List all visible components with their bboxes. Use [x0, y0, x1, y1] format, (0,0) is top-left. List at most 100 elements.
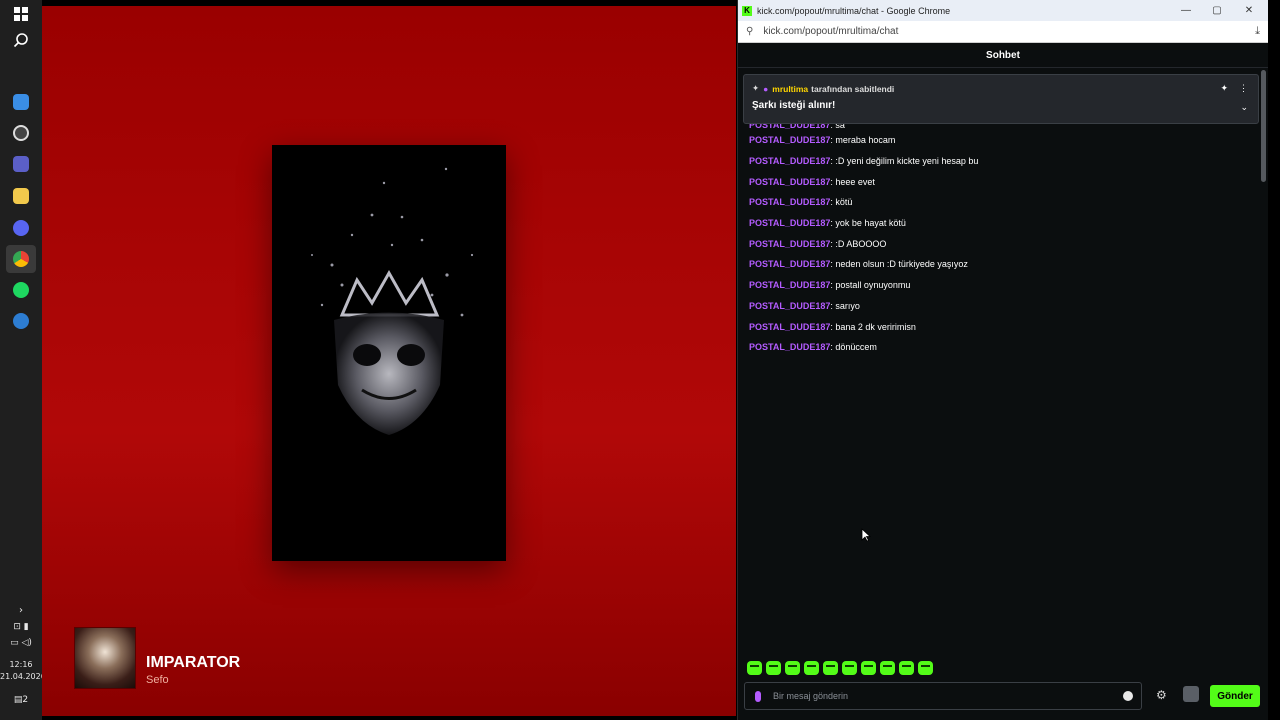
chat-input[interactable]: Bir mesaj gönderin — [744, 682, 1142, 710]
windows-taskbar: › ⊡ ▮ ▭ ◁) 12:16 21.04.2026 ▤2 — [0, 0, 46, 720]
chat-message: POSTAL_DUDE187: heee evet — [749, 171, 1249, 192]
unpin-icon[interactable]: ✦ — [1220, 83, 1228, 94]
spotify-icon — [13, 282, 29, 298]
network-volume-icon[interactable]: ▭ ◁) — [0, 638, 42, 648]
notification-count: 2 — [22, 695, 29, 705]
pinned-text: Şarkı isteği alınır! — [752, 100, 836, 111]
window-title: kick.com/popout/mrultima/chat - Google C… — [757, 5, 951, 16]
chat-header: Sohbet — [738, 43, 1268, 68]
chat-text: : bana 2 dk veririmisn — [830, 321, 916, 332]
folder-icon — [13, 188, 29, 204]
chat-message: POSTAL_DUDE187: bana 2 dk veririmisn — [749, 316, 1249, 337]
start-button[interactable] — [6, 0, 36, 28]
clock-time[interactable]: 12:16 — [0, 660, 42, 669]
badge-icon[interactable] — [1183, 686, 1199, 702]
pin-icon: ✦ — [752, 83, 760, 93]
chat-text: : neden olsun :D türkiyede yaşıyoz — [830, 259, 968, 270]
pinned-message[interactable]: ✦ ● mrultima tarafından sabitlendi Şarkı… — [743, 74, 1259, 124]
chat-message: POSTAL_DUDE187: meraba hocam — [749, 130, 1249, 151]
chat-text: : yok be hayat kötü — [830, 218, 906, 229]
chat-message: POSTAL_DUDE187: postall oynuyonmu — [749, 275, 1249, 296]
more-options-icon[interactable]: ⋮ — [1239, 83, 1248, 94]
title-bar: K kick.com/popout/mrultima/chat - Google… — [738, 0, 1268, 21]
emote-bar — [747, 661, 933, 675]
emote-icon[interactable] — [804, 661, 819, 675]
chat-username[interactable]: POSTAL_DUDE187 — [749, 197, 830, 207]
chat-text: : sarıyo — [830, 300, 860, 311]
chat-text: : meraba hocam — [830, 135, 896, 146]
mouse-cursor-icon — [861, 528, 871, 542]
chat-username[interactable]: POSTAL_DUDE187 — [749, 301, 830, 311]
chat-scrollbar[interactable] — [1261, 70, 1266, 182]
chat-message: POSTAL_DUDE187: kötü — [749, 192, 1249, 213]
emote-icon[interactable] — [918, 661, 933, 675]
chat-message: POSTAL_DUDE187: :D ABOOOO — [749, 233, 1249, 254]
track-title[interactable]: IMPARATOR — [146, 654, 240, 672]
teams-icon — [13, 156, 29, 172]
chevron-up-icon[interactable]: › — [0, 605, 42, 616]
chat-input-placeholder[interactable]: Bir mesaj gönderin — [773, 691, 848, 701]
taskbar-app-chrome[interactable] — [6, 245, 36, 273]
chat-username[interactable]: POSTAL_DUDE187 — [749, 177, 830, 187]
chat-message: POSTAL_DUDE187: :D yeni değilim kickte y… — [749, 151, 1249, 172]
chat-username[interactable]: POSTAL_DUDE187 — [749, 218, 830, 228]
emote-icon[interactable] — [823, 661, 838, 675]
taskbar-app-explorer[interactable] — [6, 182, 36, 210]
emote-icon[interactable] — [880, 661, 895, 675]
emote-icon[interactable] — [766, 661, 781, 675]
chat-message: POSTAL_DUDE187: neden olsun :D türkiyede… — [749, 254, 1249, 275]
chat-username[interactable]: POSTAL_DUDE187 — [749, 135, 830, 145]
chat-username[interactable]: POSTAL_DUDE187 — [749, 280, 830, 290]
settings-icon[interactable]: ⚙ — [1156, 688, 1167, 702]
emote-icon[interactable] — [899, 661, 914, 675]
gauge-icon — [13, 125, 29, 141]
emote-icon[interactable] — [785, 661, 800, 675]
address-bar[interactable]: ⚲ kick.com/popout/mrultima/chat ⤓ — [738, 21, 1268, 43]
taskbar-app-teams[interactable] — [6, 150, 36, 178]
minimize-button[interactable]: — — [1171, 0, 1201, 21]
taskbar-app-1[interactable] — [6, 88, 36, 116]
pinned-by-label: tarafından sabitlendi — [811, 83, 895, 94]
search-button[interactable] — [6, 26, 36, 54]
windows-icon — [14, 7, 28, 21]
track-cover-art[interactable] — [74, 627, 136, 689]
emote-icon[interactable] — [842, 661, 857, 675]
chat-text: : dönüccem — [830, 342, 877, 353]
maximize-button[interactable]: ▢ — [1202, 0, 1232, 21]
mic-tray-icon[interactable]: ⊡ ▮ — [0, 622, 42, 632]
chrome-window: K kick.com/popout/mrultima/chat - Google… — [737, 0, 1268, 720]
taskbar-app-2[interactable] — [6, 119, 36, 147]
chat-username[interactable]: POSTAL_DUDE187 — [749, 156, 830, 166]
taskbar-app-spotify[interactable] — [6, 276, 36, 304]
send-button[interactable]: Gönder — [1210, 685, 1260, 707]
clock-date[interactable]: 21.04.2026 — [0, 672, 46, 681]
chevron-down-icon[interactable]: ⌄ — [1240, 102, 1248, 113]
mic-icon[interactable] — [755, 690, 761, 702]
chat-text: : kötü — [830, 197, 853, 208]
emote-icon[interactable] — [861, 661, 876, 675]
taskbar-app-other[interactable] — [6, 307, 36, 335]
download-icon[interactable]: ⤓ — [1255, 25, 1260, 38]
chat-username[interactable]: POSTAL_DUDE187 — [749, 239, 830, 249]
canvas-artwork — [272, 145, 506, 561]
app-icon — [13, 94, 29, 110]
close-button[interactable]: ✕ — [1234, 0, 1264, 21]
chat-text: : :D ABOOOO — [830, 238, 887, 249]
chat-username[interactable]: POSTAL_DUDE187 — [749, 259, 830, 269]
chat-username[interactable]: POSTAL_DUDE187 — [749, 322, 830, 332]
emoji-picker-icon[interactable] — [1123, 691, 1133, 701]
site-settings-icon[interactable]: ⚲ — [746, 26, 753, 37]
address-url[interactable]: kick.com/popout/mrultima/chat — [763, 26, 898, 37]
chrome-icon — [13, 251, 29, 267]
pinned-by-user[interactable]: mrultima — [772, 84, 808, 94]
crown-skull-image — [311, 167, 474, 435]
taskbar-app-discord[interactable] — [6, 214, 36, 242]
emote-icon[interactable] — [747, 661, 762, 675]
chat-username[interactable]: POSTAL_DUDE187 — [749, 342, 830, 352]
chat-message-list[interactable]: POSTAL_DUDE187: sa POSTAL_DUDE187: merab… — [749, 116, 1249, 358]
discord-icon — [13, 220, 29, 236]
notification-icon[interactable]: ▤2 — [0, 695, 42, 705]
track-artist[interactable]: Sefo — [146, 674, 169, 686]
chat-message: POSTAL_DUDE187: sarıyo — [749, 296, 1249, 317]
chat-text: : heee evet — [830, 176, 875, 187]
